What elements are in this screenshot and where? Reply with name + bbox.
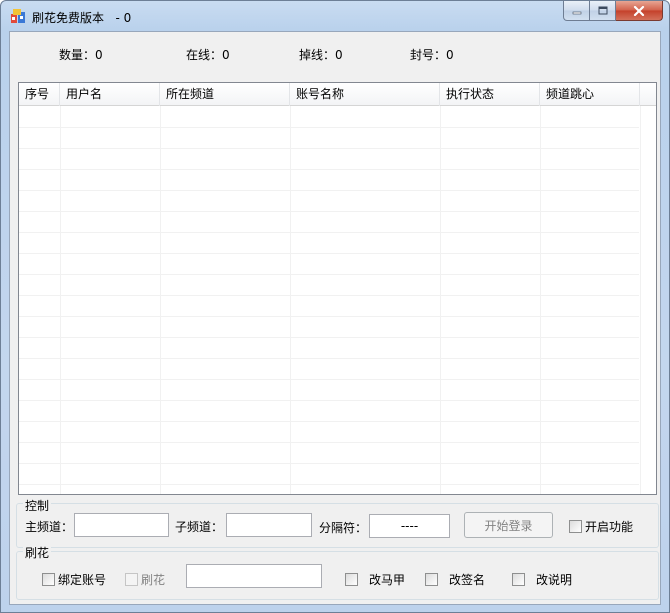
table-row (19, 400, 639, 401)
table-row (19, 169, 639, 170)
table-row (19, 274, 639, 275)
column-header-index[interactable]: 序号 (19, 83, 60, 106)
brush-text-input[interactable] (186, 564, 322, 588)
table-header: 序号 用户名 所在频道 账号名称 执行状态 频道跳心 (19, 83, 656, 106)
window-title: 刷花免费版本 - 0 (32, 11, 132, 25)
column-header-account-name[interactable]: 账号名称 (290, 83, 440, 106)
online-stat: 在线：0 (186, 48, 230, 62)
maximize-button[interactable] (590, 1, 616, 21)
minimize-icon (572, 11, 581, 14)
change-vest-checkbox[interactable]: 改马甲 (345, 571, 405, 588)
checkbox-box[interactable] (512, 573, 525, 586)
change-signature-checkbox[interactable]: 改签名 (425, 571, 485, 588)
column-header-username[interactable]: 用户名 (60, 83, 160, 106)
table-row (19, 316, 639, 317)
title-bar[interactable]: 刷花免费版本 - 0 (1, 1, 669, 31)
table-row (19, 337, 639, 338)
table-body (19, 106, 656, 494)
bind-account-label: 绑定账号 (58, 573, 107, 587)
column-header-status[interactable]: 执行状态 (440, 83, 540, 106)
brush-group-label: 刷花 (23, 544, 52, 561)
checkbox-box[interactable] (42, 573, 55, 586)
minimize-button[interactable] (563, 1, 590, 21)
table-row (19, 190, 639, 191)
table-row (19, 463, 639, 464)
table-row (19, 232, 639, 233)
client-area: 数量：0 在线：0 掉线：0 封号：0 序号 用户名 所在频道 账号名称 执行状… (9, 31, 661, 605)
brush-flower-label: 刷花 (141, 573, 166, 587)
separator-label: 分隔符： (319, 521, 368, 535)
control-group-label: 控制 (23, 497, 52, 514)
table-row (19, 358, 639, 359)
table-row (19, 253, 639, 254)
change-description-checkbox[interactable]: 改说明 (512, 571, 572, 588)
change-signature-label: 改签名 (449, 573, 486, 587)
table-row (19, 211, 639, 212)
table-row (19, 442, 639, 443)
sub-channel-label: 子频道： (175, 520, 224, 534)
change-vest-label: 改马甲 (369, 573, 406, 587)
table-row (19, 379, 639, 380)
checkbox-box[interactable] (125, 573, 138, 586)
enable-function-checkbox[interactable]: 开启功能 (569, 518, 633, 535)
banned-stat: 封号：0 (410, 48, 454, 62)
checkbox-box[interactable] (425, 573, 438, 586)
bind-account-checkbox[interactable]: 绑定账号 (42, 571, 106, 588)
separator-input[interactable] (369, 514, 450, 538)
app-window: 刷花免费版本 - 0 数量：0 在线：0 掉线：0 封号：0 序号 用户名 所在… (0, 0, 670, 613)
main-channel-input[interactable] (74, 513, 169, 537)
checkbox-box[interactable] (345, 573, 358, 586)
change-description-label: 改说明 (536, 573, 573, 587)
table-row (19, 295, 639, 296)
column-header-channel[interactable]: 所在频道 (160, 83, 290, 106)
account-table[interactable]: 序号 用户名 所在频道 账号名称 执行状态 频道跳心 (18, 82, 657, 495)
table-row (19, 421, 639, 422)
close-icon (633, 5, 645, 16)
checkbox-box[interactable] (569, 520, 582, 533)
table-row (19, 148, 639, 149)
table-row (19, 484, 639, 485)
offline-stat: 掉线：0 (299, 48, 343, 62)
app-icon (11, 9, 25, 23)
brush-flower-checkbox[interactable]: 刷花 (125, 571, 165, 588)
main-channel-label: 主频道： (25, 520, 74, 534)
start-login-button[interactable]: 开始登录 (464, 512, 553, 538)
close-button[interactable] (616, 1, 663, 21)
maximize-icon (598, 6, 607, 14)
table-row (19, 127, 639, 128)
enable-function-label: 开启功能 (585, 520, 634, 534)
count-stat: 数量：0 (59, 48, 103, 62)
caption-buttons (563, 1, 663, 21)
sub-channel-input[interactable] (226, 513, 312, 537)
column-header-heartbeat[interactable]: 频道跳心 (540, 83, 640, 106)
